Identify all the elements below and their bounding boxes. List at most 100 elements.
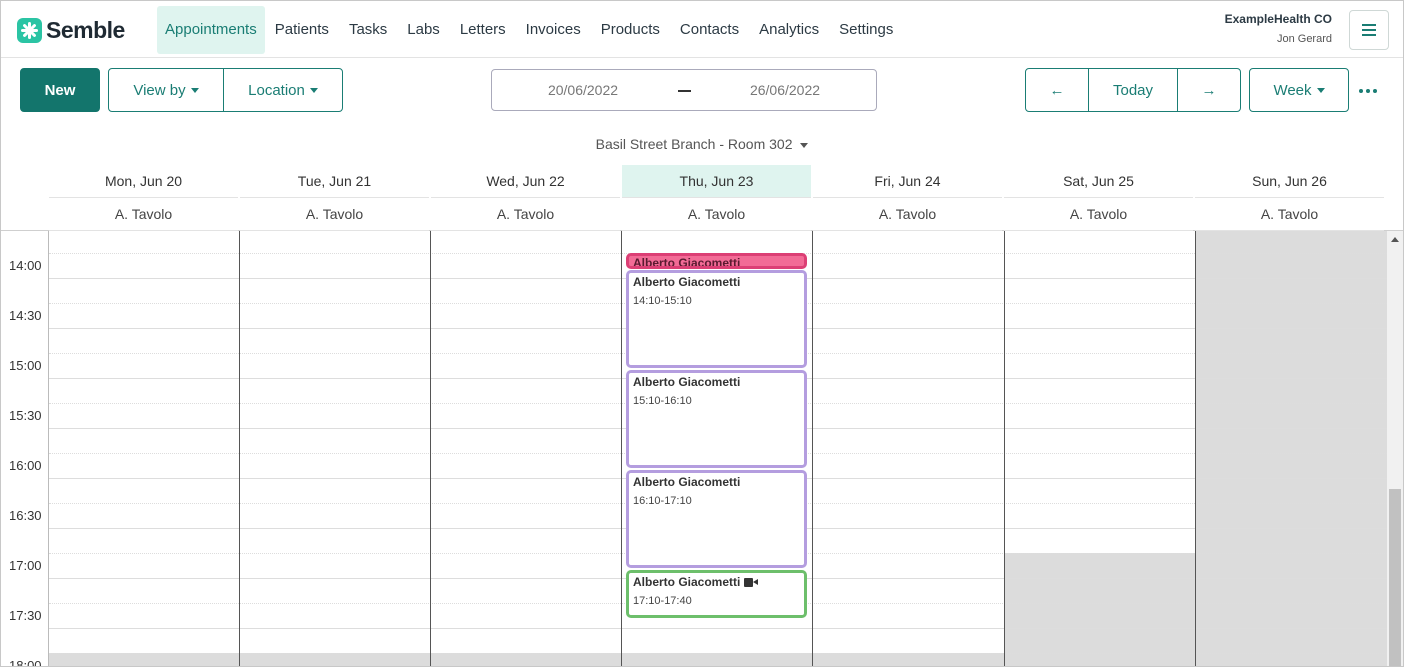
date-from-input[interactable]: 20/06/2022 (513, 82, 653, 98)
nav-tasks[interactable]: Tasks (339, 6, 397, 54)
hamburger-icon (1362, 24, 1376, 36)
nav-analytics[interactable]: Analytics (749, 6, 829, 54)
resource-label: A. Tavolo (622, 198, 811, 231)
today-label: Today (1112, 81, 1154, 99)
time-label: 15:00 (9, 358, 42, 373)
event-patient: Alberto Giacometti (633, 575, 741, 589)
event-patient: Alberto Giacometti (633, 375, 741, 389)
ellipsis-icon[interactable] (1359, 89, 1377, 93)
appointment-event[interactable]: Alberto Giacometti 16:10-17:10 (626, 470, 807, 568)
event-patient-row: Alberto Giacometti (633, 575, 800, 589)
user-name: Jon Gerard (1276, 33, 1332, 45)
unavailable-slot (49, 653, 1005, 666)
new-button-label: New (44, 81, 76, 99)
day-column-header: Sun, Jun 26 A. Tavolo (1195, 165, 1384, 231)
range-label: Week (1273, 81, 1312, 99)
view-location-group: View by Location (108, 68, 343, 112)
day-column-header: Mon, Jun 20 A. Tavolo (49, 165, 238, 231)
day-column-header: Wed, Jun 22 A. Tavolo (431, 165, 620, 231)
next-week-button[interactable]: → (1178, 69, 1240, 111)
resource-label: A. Tavolo (431, 198, 620, 231)
nav-labs[interactable]: Labs (397, 6, 450, 54)
new-button[interactable]: New (20, 68, 100, 112)
nav-products[interactable]: Products (591, 6, 670, 54)
resource-label: A. Tavolo (1195, 198, 1384, 231)
arrow-left-icon: ← (1049, 81, 1065, 99)
appointment-event[interactable]: Alberto Giacometti (626, 253, 807, 269)
event-time: 17:10-17:40 (633, 595, 692, 607)
org-name: ExampleHealth CO (1224, 12, 1332, 26)
day-column-header: Tue, Jun 21 A. Tavolo (240, 165, 429, 231)
date-range-picker[interactable]: 20/06/2022 26/06/2022 (491, 69, 877, 111)
day-column-header: Sat, Jun 25 A. Tavolo (1004, 165, 1193, 231)
range-dropdown[interactable]: Week (1249, 68, 1349, 112)
date-to-input[interactable]: 26/06/2022 (715, 82, 855, 98)
scroll-up-icon[interactable] (1391, 237, 1399, 242)
view-by-dropdown[interactable]: View by (109, 69, 223, 111)
resource-label: A. Tavolo (49, 198, 238, 231)
appointment-event-video[interactable]: Alberto Giacometti 17:10-17:40 (626, 570, 807, 618)
appointment-event[interactable]: Alberto Giacometti 15:10-16:10 (626, 370, 807, 468)
semble-logo[interactable]: Semble (17, 17, 125, 43)
day-column-header: Thu, Jun 23 A. Tavolo (622, 165, 811, 231)
day-label[interactable]: Sat, Jun 25 (1004, 165, 1193, 198)
nav-contacts[interactable]: Contacts (670, 6, 749, 54)
day-label[interactable]: Sun, Jun 26 (1195, 165, 1384, 198)
appointment-event[interactable]: Alberto Giacometti 14:10-15:10 (626, 270, 807, 368)
chevron-down-icon (1316, 87, 1325, 93)
unavailable-slot (1005, 553, 1195, 666)
resource-label: A. Tavolo (1004, 198, 1193, 231)
account-info[interactable]: ExampleHealth CO Jon Gerard (1225, 12, 1332, 45)
day-label-today[interactable]: Thu, Jun 23 (622, 165, 811, 198)
time-label: 14:00 (9, 258, 42, 273)
event-time: 16:10-17:10 (633, 495, 692, 507)
arrow-right-icon: → (1201, 81, 1217, 99)
main-nav: Appointments Patients Tasks Labs Letters… (157, 6, 903, 54)
video-camera-icon (744, 577, 759, 587)
today-button[interactable]: Today (1089, 69, 1177, 111)
time-label: 16:00 (9, 458, 42, 473)
event-patient: Alberto Giacometti (633, 475, 741, 489)
location-label: Location (248, 81, 305, 99)
nav-appointments[interactable]: Appointments (157, 6, 265, 54)
time-label: 14:30 (9, 308, 42, 323)
calendar-grid[interactable]: 14:00 14:30 15:00 15:30 16:00 16:30 17:0… (1, 231, 1387, 667)
date-nav-group: ← Today → (1025, 68, 1241, 112)
time-label: 18:00 (9, 658, 42, 667)
nav-settings[interactable]: Settings (829, 6, 903, 54)
event-patient: Alberto Giacometti (633, 275, 741, 289)
event-time: 14:10-15:10 (633, 295, 692, 307)
day-label[interactable]: Fri, Jun 24 (813, 165, 1002, 198)
time-label: 17:30 (9, 608, 42, 623)
calendar-header: Mon, Jun 20 A. Tavolo Tue, Jun 21 A. Tav… (1, 165, 1403, 231)
top-nav: Semble Appointments Patients Tasks Labs … (1, 1, 1403, 58)
chevron-down-icon (800, 142, 809, 148)
event-time: 15:10-16:10 (633, 395, 692, 407)
unavailable-slot (1196, 231, 1387, 666)
day-label[interactable]: Wed, Jun 22 (431, 165, 620, 198)
chevron-down-icon (190, 87, 199, 93)
location-name: Basil Street Branch - Room 302 (595, 136, 793, 152)
view-by-label: View by (133, 81, 186, 99)
resource-label: A. Tavolo (240, 198, 429, 231)
semble-logo-icon (17, 17, 42, 43)
nav-patients[interactable]: Patients (265, 6, 339, 54)
date-separator (678, 90, 691, 92)
time-label: 17:00 (9, 558, 42, 573)
day-label[interactable]: Tue, Jun 21 (240, 165, 429, 198)
menu-button[interactable] (1349, 10, 1389, 50)
location-selector[interactable]: Basil Street Branch - Room 302 (1, 136, 1403, 152)
day-column-header: Fri, Jun 24 A. Tavolo (813, 165, 1002, 231)
calendar-scrollbar[interactable] (1387, 231, 1403, 666)
location-dropdown[interactable]: Location (224, 69, 342, 111)
day-label[interactable]: Mon, Jun 20 (49, 165, 238, 198)
nav-invoices[interactable]: Invoices (516, 6, 591, 54)
resource-label: A. Tavolo (813, 198, 1002, 231)
time-label: 16:30 (9, 508, 42, 523)
prev-week-button[interactable]: ← (1026, 69, 1088, 111)
scrollbar-thumb[interactable] (1389, 489, 1401, 666)
nav-letters[interactable]: Letters (450, 6, 516, 54)
brand-name: Semble (46, 16, 125, 43)
time-label: 15:30 (9, 408, 42, 423)
event-patient: Alberto Giacometti (633, 256, 741, 269)
